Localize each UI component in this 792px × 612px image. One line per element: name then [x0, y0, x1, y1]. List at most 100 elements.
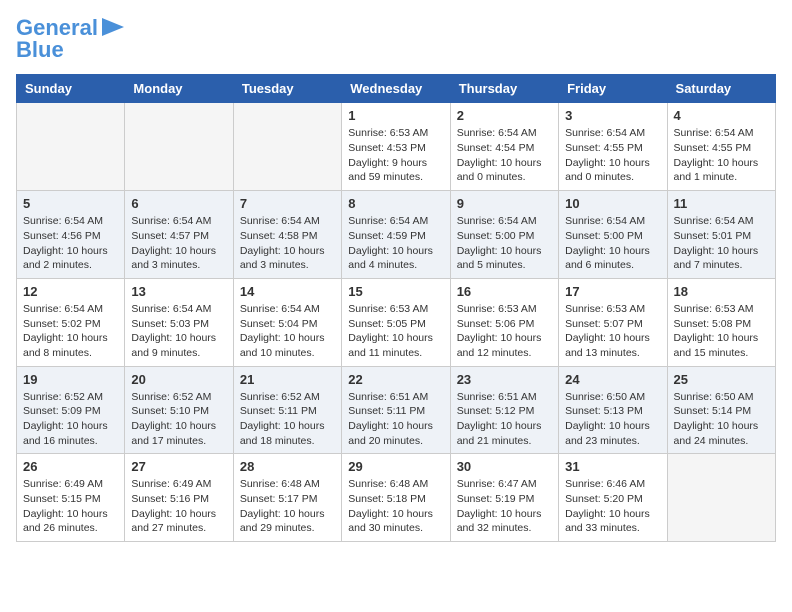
calendar-week-5: 26 Sunrise: 6:49 AMSunset: 5:15 PMDayligh… — [17, 454, 776, 542]
calendar-day-cell: 9 Sunrise: 6:54 AMSunset: 5:00 PMDaylight… — [450, 191, 558, 279]
day-number: 26 — [23, 459, 118, 474]
day-number: 13 — [131, 284, 226, 299]
calendar-day-cell — [17, 103, 125, 191]
calendar-day-cell: 5 Sunrise: 6:54 AMSunset: 4:56 PMDaylight… — [17, 191, 125, 279]
day-number: 22 — [348, 372, 443, 387]
day-info: Sunrise: 6:54 AMSunset: 5:01 PMDaylight:… — [674, 214, 769, 273]
day-info: Sunrise: 6:54 AMSunset: 4:58 PMDaylight:… — [240, 214, 335, 273]
calendar-week-2: 5 Sunrise: 6:54 AMSunset: 4:56 PMDaylight… — [17, 191, 776, 279]
day-number: 25 — [674, 372, 769, 387]
day-info: Sunrise: 6:54 AMSunset: 5:00 PMDaylight:… — [565, 214, 660, 273]
day-number: 5 — [23, 196, 118, 211]
day-info: Sunrise: 6:53 AMSunset: 4:53 PMDaylight:… — [348, 126, 443, 185]
calendar-day-cell: 3 Sunrise: 6:54 AMSunset: 4:55 PMDaylight… — [559, 103, 667, 191]
day-info: Sunrise: 6:54 AMSunset: 4:56 PMDaylight:… — [23, 214, 118, 273]
logo-blue: Blue — [16, 38, 64, 62]
day-number: 17 — [565, 284, 660, 299]
day-number: 29 — [348, 459, 443, 474]
day-number: 31 — [565, 459, 660, 474]
weekday-header-monday: Monday — [125, 75, 233, 103]
page-header: General Blue — [16, 16, 776, 62]
day-info: Sunrise: 6:54 AMSunset: 4:57 PMDaylight:… — [131, 214, 226, 273]
day-info: Sunrise: 6:51 AMSunset: 5:12 PMDaylight:… — [457, 390, 552, 449]
calendar-week-4: 19Sunrise: 6:52 AMSunset: 5:09 PMDayligh… — [17, 366, 776, 454]
day-number: 27 — [131, 459, 226, 474]
day-number: 16 — [457, 284, 552, 299]
calendar-day-cell: 31 Sunrise: 6:46 AMSunset: 5:20 PMDayligh… — [559, 454, 667, 542]
day-number: 4 — [674, 108, 769, 123]
calendar-day-cell: 6 Sunrise: 6:54 AMSunset: 4:57 PMDaylight… — [125, 191, 233, 279]
calendar-day-cell — [125, 103, 233, 191]
calendar-day-cell: 25 Sunrise: 6:50 AMSunset: 5:14 PMDayligh… — [667, 366, 775, 454]
calendar-day-cell: 20 Sunrise: 6:52 AMSunset: 5:10 PMDayligh… — [125, 366, 233, 454]
calendar-day-cell: 27Sunrise: 6:49 AMSunset: 5:16 PMDayligh… — [125, 454, 233, 542]
calendar-day-cell: 18 Sunrise: 6:53 AMSunset: 5:08 PMDayligh… — [667, 278, 775, 366]
calendar-day-cell: 7Sunrise: 6:54 AMSunset: 4:58 PMDaylight… — [233, 191, 341, 279]
day-info: Sunrise: 6:53 AMSunset: 5:07 PMDaylight:… — [565, 302, 660, 361]
calendar-day-cell: 22 Sunrise: 6:51 AMSunset: 5:11 PMDayligh… — [342, 366, 450, 454]
day-info: Sunrise: 6:53 AMSunset: 5:08 PMDaylight:… — [674, 302, 769, 361]
calendar-day-cell: 1 Sunrise: 6:53 AMSunset: 4:53 PMDaylight… — [342, 103, 450, 191]
calendar-day-cell: 17 Sunrise: 6:53 AMSunset: 5:07 PMDayligh… — [559, 278, 667, 366]
day-number: 19 — [23, 372, 118, 387]
weekday-header-thursday: Thursday — [450, 75, 558, 103]
day-info: Sunrise: 6:52 AMSunset: 5:10 PMDaylight:… — [131, 390, 226, 449]
calendar-day-cell: 14Sunrise: 6:54 AMSunset: 5:04 PMDayligh… — [233, 278, 341, 366]
day-number: 3 — [565, 108, 660, 123]
weekday-header-sunday: Sunday — [17, 75, 125, 103]
day-number: 20 — [131, 372, 226, 387]
calendar-day-cell: 29 Sunrise: 6:48 AMSunset: 5:18 PMDayligh… — [342, 454, 450, 542]
day-info: Sunrise: 6:50 AMSunset: 5:13 PMDaylight:… — [565, 390, 660, 449]
day-info: Sunrise: 6:52 AMSunset: 5:11 PMDaylight:… — [240, 390, 335, 449]
day-info: Sunrise: 6:53 AMSunset: 5:05 PMDaylight:… — [348, 302, 443, 361]
day-info: Sunrise: 6:50 AMSunset: 5:14 PMDaylight:… — [674, 390, 769, 449]
day-info: Sunrise: 6:49 AMSunset: 5:15 PMDaylight:… — [23, 477, 118, 536]
weekday-header-tuesday: Tuesday — [233, 75, 341, 103]
calendar-day-cell: 10 Sunrise: 6:54 AMSunset: 5:00 PMDayligh… — [559, 191, 667, 279]
day-info: Sunrise: 6:54 AMSunset: 5:00 PMDaylight:… — [457, 214, 552, 273]
day-info: Sunrise: 6:54 AMSunset: 5:04 PMDaylight:… — [240, 302, 335, 361]
calendar-day-cell: 28Sunrise: 6:48 AMSunset: 5:17 PMDayligh… — [233, 454, 341, 542]
logo: General Blue — [16, 16, 124, 62]
day-number: 18 — [674, 284, 769, 299]
weekday-header-saturday: Saturday — [667, 75, 775, 103]
calendar-day-cell: 23 Sunrise: 6:51 AMSunset: 5:12 PMDayligh… — [450, 366, 558, 454]
calendar-day-cell: 12 Sunrise: 6:54 AMSunset: 5:02 PMDayligh… — [17, 278, 125, 366]
calendar-day-cell: 13 Sunrise: 6:54 AMSunset: 5:03 PMDayligh… — [125, 278, 233, 366]
day-number: 21 — [240, 372, 335, 387]
calendar-day-cell — [667, 454, 775, 542]
calendar-day-cell: 30Sunrise: 6:47 AMSunset: 5:19 PMDayligh… — [450, 454, 558, 542]
calendar-table: SundayMondayTuesdayWednesdayThursdayFrid… — [16, 74, 776, 542]
day-info: Sunrise: 6:48 AMSunset: 5:18 PMDaylight:… — [348, 477, 443, 536]
day-number: 9 — [457, 196, 552, 211]
day-number: 2 — [457, 108, 552, 123]
day-info: Sunrise: 6:54 AMSunset: 5:03 PMDaylight:… — [131, 302, 226, 361]
day-info: Sunrise: 6:51 AMSunset: 5:11 PMDaylight:… — [348, 390, 443, 449]
day-info: Sunrise: 6:46 AMSunset: 5:20 PMDaylight:… — [565, 477, 660, 536]
day-info: Sunrise: 6:53 AMSunset: 5:06 PMDaylight:… — [457, 302, 552, 361]
day-number: 12 — [23, 284, 118, 299]
calendar-day-cell: 8Sunrise: 6:54 AMSunset: 4:59 PMDaylight… — [342, 191, 450, 279]
calendar-day-cell: 11 Sunrise: 6:54 AMSunset: 5:01 PMDayligh… — [667, 191, 775, 279]
calendar-week-3: 12 Sunrise: 6:54 AMSunset: 5:02 PMDayligh… — [17, 278, 776, 366]
calendar-day-cell: 4Sunrise: 6:54 AMSunset: 4:55 PMDaylight… — [667, 103, 775, 191]
logo-arrow-icon — [102, 18, 124, 36]
calendar-week-1: 1 Sunrise: 6:53 AMSunset: 4:53 PMDaylight… — [17, 103, 776, 191]
calendar-header-row: SundayMondayTuesdayWednesdayThursdayFrid… — [17, 75, 776, 103]
day-info: Sunrise: 6:54 AMSunset: 4:55 PMDaylight:… — [565, 126, 660, 185]
day-number: 8 — [348, 196, 443, 211]
calendar-day-cell: 26 Sunrise: 6:49 AMSunset: 5:15 PMDayligh… — [17, 454, 125, 542]
day-info: Sunrise: 6:54 AMSunset: 4:54 PMDaylight:… — [457, 126, 552, 185]
day-number: 30 — [457, 459, 552, 474]
calendar-day-cell: 24Sunrise: 6:50 AMSunset: 5:13 PMDayligh… — [559, 366, 667, 454]
day-number: 23 — [457, 372, 552, 387]
day-number: 10 — [565, 196, 660, 211]
day-number: 6 — [131, 196, 226, 211]
weekday-header-wednesday: Wednesday — [342, 75, 450, 103]
calendar-day-cell: 15 Sunrise: 6:53 AMSunset: 5:05 PMDayligh… — [342, 278, 450, 366]
day-number: 1 — [348, 108, 443, 123]
day-number: 15 — [348, 284, 443, 299]
day-number: 11 — [674, 196, 769, 211]
day-info: Sunrise: 6:54 AMSunset: 5:02 PMDaylight:… — [23, 302, 118, 361]
day-number: 28 — [240, 459, 335, 474]
